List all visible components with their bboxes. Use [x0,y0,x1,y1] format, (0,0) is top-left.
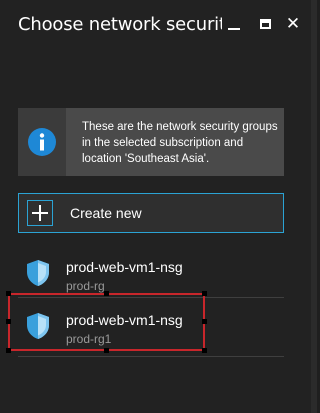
selection-handle [6,348,11,353]
plus-icon [27,200,53,226]
selection-handle [202,291,207,296]
selection-handle [6,319,11,324]
info-box: These are the network security groups in… [18,108,284,176]
info-icon-container [18,108,66,176]
info-message: These are the network security groups in… [82,121,278,165]
selection-handle [104,348,109,353]
create-new-label: Create new [70,205,142,221]
scrollbar[interactable] [311,0,317,413]
title-bar: Choose network security... ✕ [0,0,311,52]
divider [18,356,284,357]
maximize-icon [259,19,271,29]
blade-title: Choose network security... [18,14,222,35]
selection-highlight [6,291,207,353]
nsg-name: prod-web-vm1-nsg [66,259,183,275]
minimize-icon [228,28,240,30]
list-item[interactable]: prod-web-vm1-nsg prod-rg [18,253,284,297]
resource-group-label: prod-rg [66,279,105,293]
blade-panel: Choose network security... ✕ These are t… [0,0,312,413]
selection-handle [202,348,207,353]
close-icon: ✕ [285,14,301,34]
close-button[interactable]: ✕ [283,12,303,36]
create-new-button[interactable]: Create new [18,193,284,233]
shield-icon [27,260,49,286]
selection-handle [104,291,109,296]
selection-handle [6,291,11,296]
minimize-button[interactable] [224,12,244,36]
selection-handle [202,319,207,324]
maximize-button[interactable] [255,12,275,36]
info-icon [28,128,56,156]
